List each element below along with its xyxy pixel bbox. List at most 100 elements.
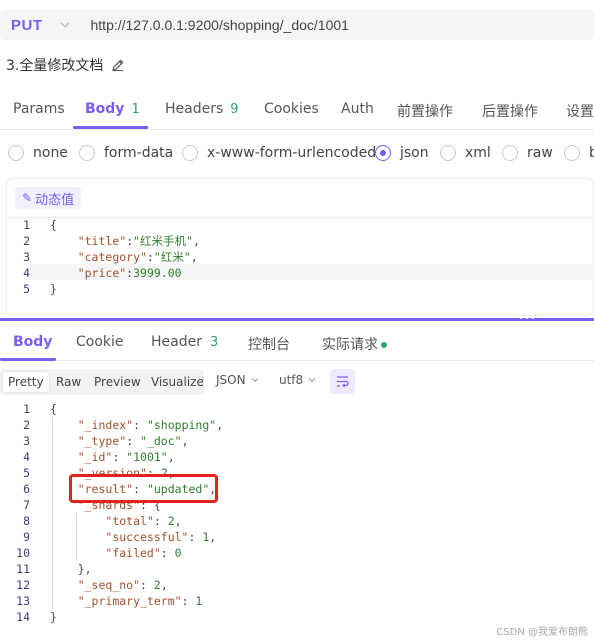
drag-handle-icon[interactable]: ••• <box>519 315 536 323</box>
radio-circle-icon <box>182 145 198 161</box>
radio-none[interactable]: none <box>8 145 68 161</box>
tab-post-script[interactable]: 后置操作 <box>482 101 538 121</box>
code-text: } <box>50 281 57 297</box>
line-number: 12 <box>16 578 30 592</box>
code-token: "_index" <box>77 418 134 432</box>
code-token: : <box>153 514 168 528</box>
code-text: "price":3999.00 <box>50 265 182 281</box>
tab-settings[interactable]: 设置 <box>566 101 594 121</box>
code-token: "price" <box>77 266 127 280</box>
code-token: } <box>50 610 57 624</box>
tab-params[interactable]: Params <box>13 101 65 117</box>
response-tabs: Body Cookie Header 3 控制台 实际请求 <box>0 325 594 361</box>
panel-resizer[interactable] <box>0 318 594 321</box>
code-token: "category" <box>77 250 147 264</box>
radio-circle-icon <box>79 145 95 161</box>
code-token: "shopping" <box>146 418 217 432</box>
code-token: 1 <box>195 594 203 608</box>
encoding-select[interactable]: utf8 <box>279 373 317 387</box>
code-token: "total" <box>105 514 154 528</box>
code-text: } <box>50 609 57 625</box>
line-number: 2 <box>23 234 30 248</box>
code-text: { <box>50 217 57 233</box>
view-visualize-button[interactable]: Visualize <box>146 372 209 392</box>
word-wrap-button[interactable] <box>330 369 355 394</box>
radio-circle-icon <box>564 145 580 161</box>
tab-cookies[interactable]: Cookies <box>264 101 319 117</box>
tab-pre-script[interactable]: 前置操作 <box>397 101 453 121</box>
request-bar: PUT http://127.0.0.1:9200/shopping/_doc/… <box>0 10 594 40</box>
tab-count: 3 <box>209 335 219 350</box>
code-text: { <box>50 401 57 417</box>
code-token: 2 <box>153 578 161 592</box>
code-token: { <box>50 402 57 416</box>
line-number: 10 <box>16 546 30 560</box>
magic-wand-icon: ✎ <box>22 191 33 205</box>
radio-raw[interactable]: raw <box>502 145 553 161</box>
code-line: 8 "total": 2, <box>6 513 182 529</box>
radio-form-data[interactable]: form-data <box>79 145 173 161</box>
view-raw-button[interactable]: Raw <box>51 372 86 392</box>
tab-headers[interactable]: Headers 9 <box>165 101 239 117</box>
code-line: 11 }, <box>6 561 91 577</box>
code-token: "_doc" <box>140 434 182 448</box>
line-number: 4 <box>23 450 30 464</box>
code-text: "_type": "_doc", <box>50 433 189 449</box>
line-number: 3 <box>23 434 30 448</box>
dynamic-value-button[interactable]: ✎ 动态值 <box>15 187 82 209</box>
code-token: "title" <box>77 234 127 248</box>
radio-xml[interactable]: xml <box>440 145 491 161</box>
tab-response-header[interactable]: Header 3 <box>151 334 218 350</box>
code-token: "failed" <box>105 546 161 560</box>
code-token: , <box>167 450 175 464</box>
code-text: "failed": 0 <box>50 545 181 561</box>
tab-console[interactable]: 控制台 <box>248 334 290 354</box>
tab-body[interactable]: Body 1 <box>85 101 140 117</box>
code-token: : <box>160 546 175 560</box>
code-text: }, <box>50 561 92 577</box>
line-number: 5 <box>23 282 30 296</box>
chevron-down-icon[interactable] <box>59 19 71 31</box>
code-token: : <box>188 530 203 544</box>
view-pretty-button[interactable]: Pretty <box>3 372 49 392</box>
code-token: , <box>209 530 217 544</box>
edit-icon[interactable] <box>111 58 125 72</box>
tab-count: 1 <box>131 102 140 117</box>
method-select[interactable]: PUT <box>11 17 43 34</box>
code-token: , <box>174 514 182 528</box>
radio-binary[interactable]: b <box>564 145 594 161</box>
format-select[interactable]: JSON <box>216 373 260 387</box>
code-line: 1{ <box>6 401 57 417</box>
code-token: "1001" <box>126 450 168 464</box>
code-token: , <box>190 250 198 264</box>
code-line: 4 "_id": "1001", <box>6 449 175 465</box>
tab-response-body[interactable]: Body <box>13 334 52 350</box>
tab-response-cookie[interactable]: Cookie <box>76 334 124 350</box>
code-line: 13 "_primary_term": 1 <box>6 593 202 609</box>
code-token: : <box>146 250 154 264</box>
code-line: 5 "_version": 2, <box>6 465 175 481</box>
tab-auth[interactable]: Auth <box>341 101 374 117</box>
url-input[interactable]: http://127.0.0.1:9200/shopping/_doc/1001 <box>91 17 349 33</box>
annotation-highlight-box <box>69 474 218 503</box>
code-token: }, <box>50 562 92 576</box>
code-token: : <box>126 434 141 448</box>
tab-count: 9 <box>230 102 239 117</box>
radio-circle-icon <box>440 145 456 161</box>
view-preview-button[interactable]: Preview <box>89 372 146 392</box>
code-token: : <box>140 578 154 592</box>
line-number: 1 <box>23 402 30 416</box>
chevron-down-icon <box>308 378 316 383</box>
line-number: 11 <box>16 562 30 576</box>
code-token: "successful" <box>105 530 189 544</box>
radio-urlencoded[interactable]: x-www-form-urlencoded <box>182 145 376 161</box>
tab-actual-request[interactable]: 实际请求 <box>322 334 387 354</box>
radio-json[interactable]: json <box>375 145 429 161</box>
code-token: , <box>160 578 168 592</box>
code-token: 3999.00 <box>133 266 182 280</box>
